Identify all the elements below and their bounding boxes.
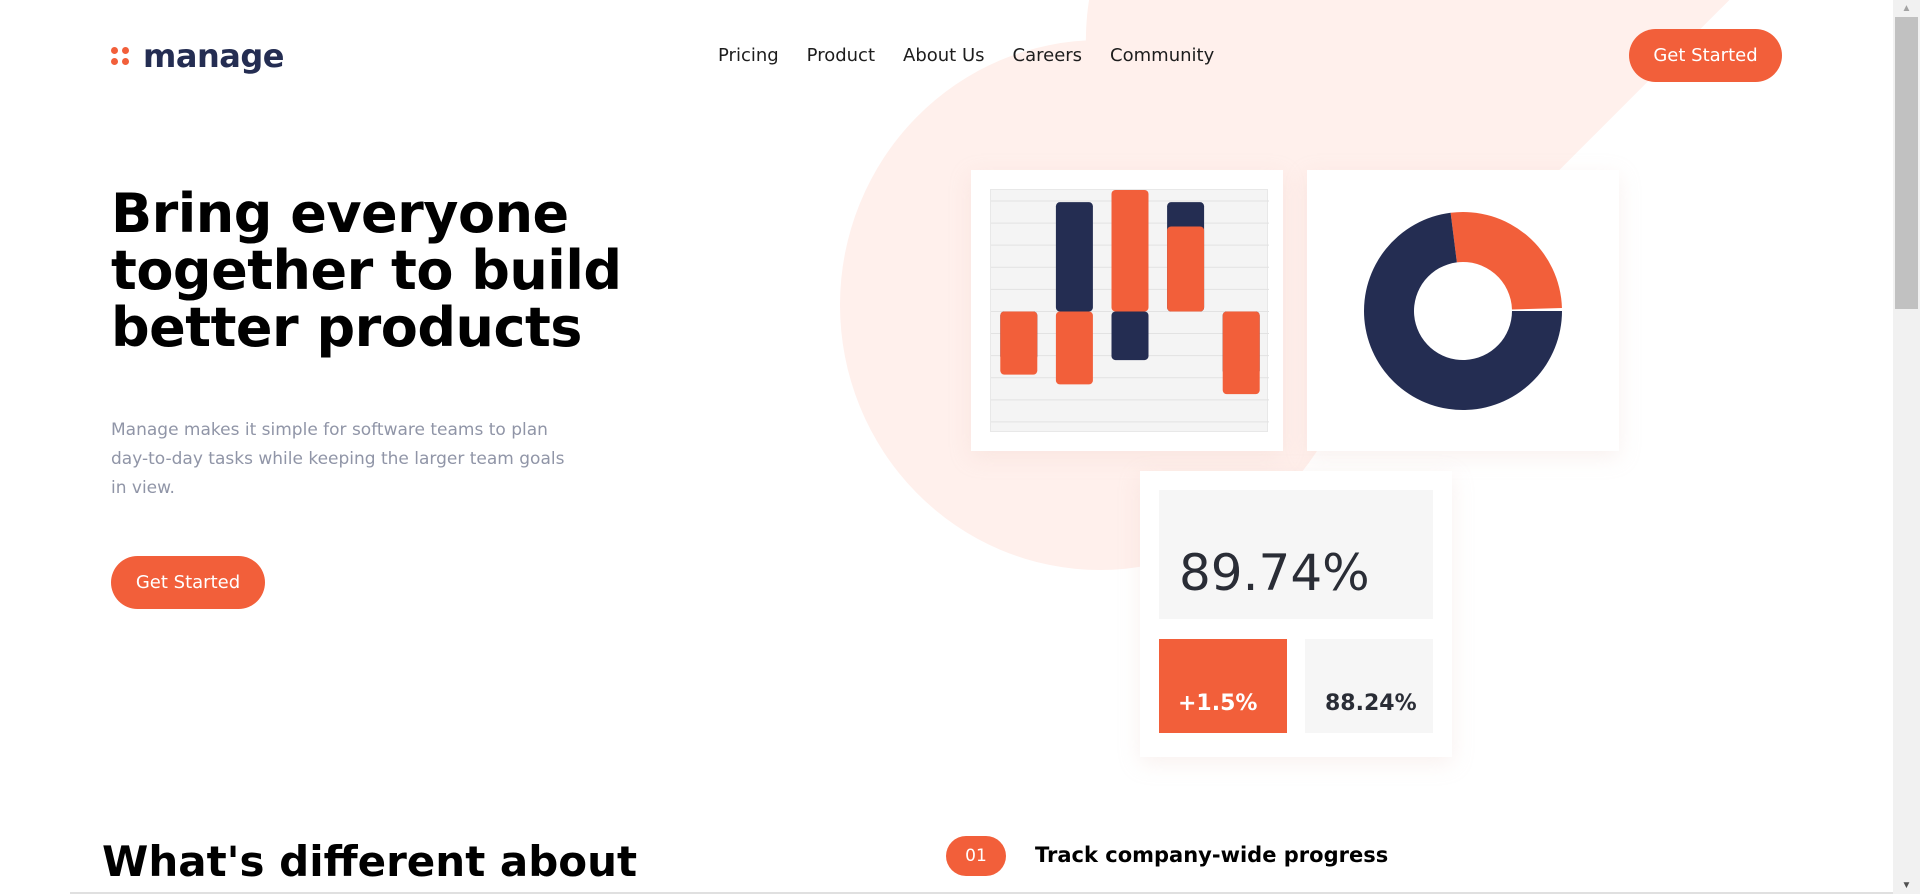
scroll-down-arrow-icon[interactable]: ▼ bbox=[1893, 877, 1920, 894]
scroll-thumb[interactable] bbox=[1895, 17, 1918, 309]
donut-chart-svg bbox=[1364, 212, 1562, 410]
bar-2-3 bbox=[1111, 190, 1149, 312]
vertical-scrollbar[interactable]: ▲ ▼ bbox=[1893, 0, 1920, 894]
nav-careers[interactable]: Careers bbox=[1013, 44, 1083, 68]
logo-text: manage bbox=[143, 37, 284, 75]
scroll-up-arrow-icon[interactable]: ▲ bbox=[1893, 0, 1920, 17]
bar-2-2 bbox=[1055, 311, 1093, 385]
bar-1-3 bbox=[1111, 311, 1149, 361]
header-get-started-button[interactable]: Get Started bbox=[1629, 29, 1782, 82]
change-stat-panel: +1.5% bbox=[1159, 639, 1287, 733]
donut-chart-card bbox=[1307, 170, 1619, 451]
bar-chart bbox=[990, 189, 1269, 432]
nav-about-us[interactable]: About Us bbox=[903, 44, 985, 68]
feature-number-badge: 01 bbox=[946, 836, 1006, 876]
logo-dots-icon bbox=[111, 47, 129, 65]
stats-card: 89.74% +1.5% 88.24% bbox=[1140, 471, 1452, 757]
secondary-stat-value: 88.24% bbox=[1325, 691, 1417, 716]
bar-2-1 bbox=[1000, 311, 1038, 375]
section-title: What's different about bbox=[102, 837, 638, 886]
nav-product[interactable]: Product bbox=[807, 44, 875, 68]
change-stat-value: +1.5% bbox=[1178, 691, 1258, 716]
bar-1-2 bbox=[1055, 202, 1093, 312]
main-nav: Pricing Product About Us Careers Communi… bbox=[718, 44, 1214, 68]
nav-pricing[interactable]: Pricing bbox=[718, 44, 779, 68]
logo[interactable]: manage bbox=[111, 38, 284, 74]
main-stat-value: 89.74% bbox=[1179, 544, 1370, 602]
nav-community[interactable]: Community bbox=[1110, 44, 1214, 68]
hero-get-started-button[interactable]: Get Started bbox=[111, 556, 265, 609]
secondary-stat-panel: 88.24% bbox=[1305, 639, 1433, 733]
hero-title: Bring everyone together to build better … bbox=[111, 182, 622, 359]
page: manage Pricing Product About Us Careers … bbox=[0, 0, 1893, 894]
hero-description: Manage makes it simple for software team… bbox=[111, 420, 565, 498]
bar-2-5 bbox=[1222, 311, 1260, 395]
main-stat-panel: 89.74% bbox=[1159, 490, 1433, 619]
feature-title: Track company-wide progress bbox=[1035, 843, 1389, 867]
donut-slice-1 bbox=[1450, 212, 1562, 310]
bar-chart-card bbox=[971, 170, 1283, 451]
bar-chart-svg bbox=[991, 190, 1269, 423]
bar-2-4 bbox=[1167, 226, 1205, 312]
